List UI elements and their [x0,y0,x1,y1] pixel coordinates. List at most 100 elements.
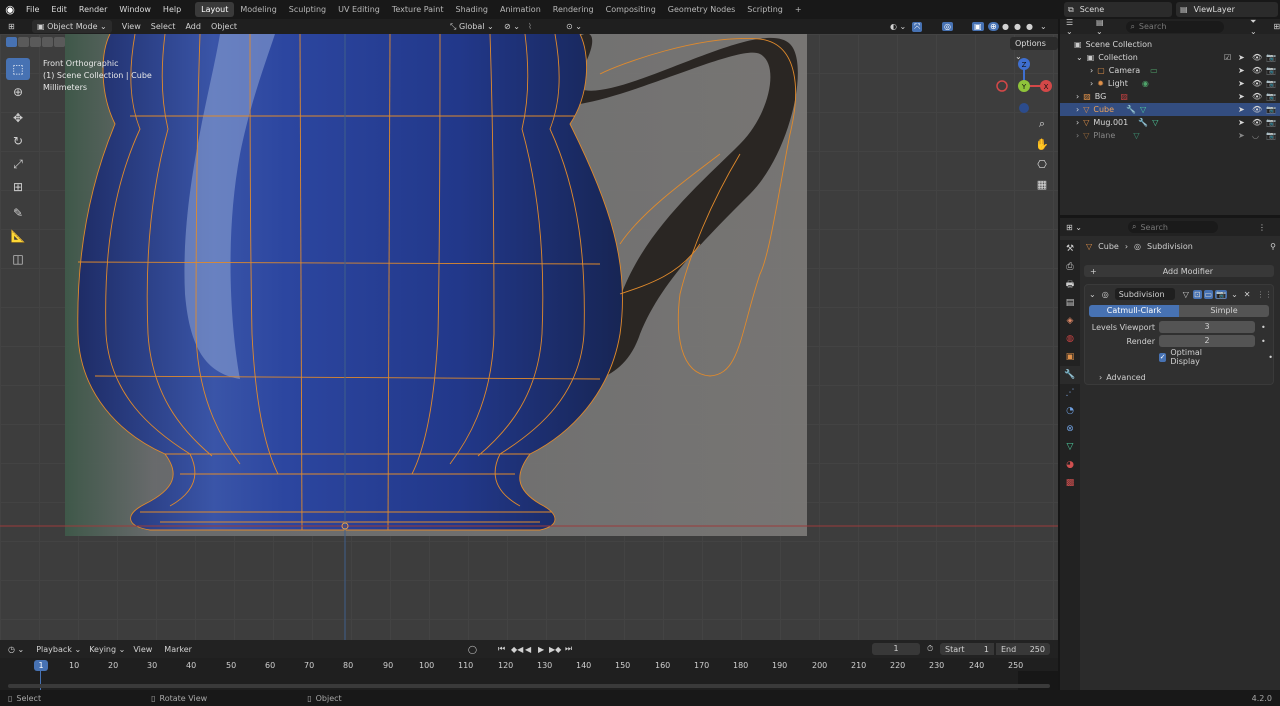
expand-icon[interactable]: › [1076,118,1079,127]
viewport-menu-select[interactable]: Select [151,22,176,31]
keyframe-dot-icon[interactable]: • [1268,353,1273,362]
new-collection-icon[interactable]: ⊞ [1273,22,1280,31]
pan-hand-icon[interactable]: ✋ [1032,134,1052,154]
gizmo-neg-x-icon[interactable] [996,80,1008,92]
cursor-tool-icon[interactable]: ⊕ [6,81,30,103]
area-divider[interactable] [1058,19,1060,690]
options-dropdown[interactable]: Options ⌄ [1010,37,1058,61]
select-extend-icon[interactable] [18,37,29,47]
camera-view-icon[interactable]: ⎔ [1032,154,1052,174]
modifier-name-field[interactable]: Subdivision [1114,288,1175,300]
timeline-scrollbar[interactable] [8,684,1050,688]
outliner-row-scene-collection[interactable]: ▣ Scene Collection [1060,38,1280,51]
object-tab-icon[interactable]: ▣ [1060,348,1080,366]
view-layer-tab-icon[interactable]: ▤ [1060,294,1080,312]
render-levels-field[interactable]: 2 [1159,335,1255,347]
render-toggle-icon[interactable]: 📷 [1215,289,1228,299]
scene-selector[interactable]: ⧉ Scene [1064,2,1172,17]
tab-sculpting[interactable]: Sculpting [283,2,332,17]
select-intersect-icon[interactable] [54,37,65,47]
outliner-row-cube[interactable]: › ▽ Cube 🔧 ▽ ➤ 👁 📷 [1060,103,1280,116]
render-tab-icon[interactable]: ⎙ [1060,258,1080,276]
solid-shading-icon[interactable]: ● [1002,22,1009,31]
gizmo-neg-z-icon[interactable] [1019,103,1029,113]
viewport-menu-object[interactable]: Object [211,22,237,31]
expand-icon[interactable]: › [1076,92,1079,101]
world-tab-icon[interactable]: ◍ [1060,330,1080,348]
eye-hidden-icon[interactable]: ◡ [1252,131,1259,140]
auto-keying-icon[interactable]: ◯ [468,645,477,654]
tool-tab-icon[interactable]: ⚒ [1060,240,1080,258]
display-mode-icon[interactable]: ▤ ⌄ [1096,18,1112,36]
render-camera-icon[interactable]: 📷 [1266,92,1276,101]
play-icon[interactable]: ▶ [538,645,544,654]
cage-toggle-icon[interactable]: ⊡ [1192,289,1202,299]
expand-icon[interactable]: › [1090,66,1093,75]
modifier-tab-icon[interactable]: 🔧 [1060,366,1080,384]
advanced-subpanel[interactable]: › Advanced [1085,371,1273,383]
eye-icon[interactable]: 👁 [1252,79,1262,88]
add-modifier-button[interactable]: + Add Modifier [1084,265,1274,277]
navigation-gizmo[interactable]: Z X Y [994,56,1054,116]
timeline-view-menu[interactable]: View [133,645,152,654]
eye-icon[interactable]: 👁 [1252,118,1262,127]
overlay-toggle-icon[interactable]: ◎ [942,22,953,31]
scale-tool-icon[interactable]: ⤢ [6,153,30,175]
render-camera-icon[interactable]: 📷 [1266,79,1276,88]
checkbox-icon[interactable]: ☑ [1224,53,1231,62]
output-tab-icon[interactable]: 🖶 [1060,276,1080,294]
tab-scripting[interactable]: Scripting [741,2,789,17]
rotate-tool-icon[interactable]: ↻ [6,130,30,152]
keyframe-dot-icon[interactable]: • [1261,323,1266,332]
particles-tab-icon[interactable]: ⋰ [1060,384,1080,402]
select-new-icon[interactable] [6,37,17,47]
constraints-tab-icon[interactable]: ⊗ [1060,420,1080,438]
render-camera-icon[interactable]: 📷 [1266,131,1276,140]
menu-window[interactable]: Window [113,0,157,19]
keying-menu[interactable]: Keying ⌄ [89,645,125,654]
prev-keyframe-icon[interactable]: ◆◀ [511,645,523,654]
viewport-toggle-icon[interactable]: ▭ [1203,289,1214,299]
catmull-clark-button[interactable]: Catmull-Clark [1089,305,1179,317]
add-workspace-icon[interactable]: + [789,2,808,17]
render-camera-icon[interactable]: 📷 [1266,53,1276,62]
dropdown-icon[interactable]: ⌄ [1231,290,1238,299]
outliner-row-light[interactable]: › ✹ Light ◉ ➤ 👁 📷 [1060,77,1280,90]
material-tab-icon[interactable]: ◕ [1060,456,1080,474]
proportional-edit-icon[interactable]: ⊙ ⌄ [566,22,582,31]
tab-modeling[interactable]: Modeling [234,2,282,17]
outliner-row-plane[interactable]: › ▽ Plane ▽ ➤ ◡ 📷 [1060,129,1280,142]
tab-uv-editing[interactable]: UV Editing [332,2,386,17]
select-invert-icon[interactable] [42,37,53,47]
snap-icon[interactable]: ⌇ [528,22,532,31]
zoom-icon[interactable]: ⌕ [1032,114,1052,134]
drag-handle-icon[interactable]: ⋮⋮ [1256,290,1272,299]
menu-file[interactable]: File [20,0,45,19]
selectable-icon[interactable]: ➤ [1238,118,1245,127]
current-frame-field[interactable]: 1 [872,643,920,655]
3d-viewport[interactable]: Front Orthographic (1) Scene Collection … [0,34,1058,640]
transform-orientation-dropdown[interactable]: ⤡ Global ⌄ [450,22,494,32]
outliner-row-camera[interactable]: › ▢ Camera ▭ ➤ 👁 📷 [1060,64,1280,77]
tab-rendering[interactable]: Rendering [547,2,600,17]
marker-menu[interactable]: Marker [164,645,192,654]
selectable-icon[interactable]: ➤ [1238,53,1245,62]
jump-start-icon[interactable]: ⏮ [498,644,505,654]
jump-end-icon[interactable]: ⏭ [565,644,572,654]
filter-icon[interactable]: ⏷ ⌄ [1250,17,1265,36]
pivot-icon[interactable]: ⊘ ⌄ [504,22,520,31]
outliner-row-mug[interactable]: › ▽ Mug.001 🔧 ▽ ➤ 👁 📷 [1060,116,1280,129]
selectable-icon[interactable]: ➤ [1238,92,1245,101]
pin-icon[interactable]: ⚲ [1270,242,1276,251]
render-camera-icon[interactable]: 📷 [1266,66,1276,75]
gizmo-toggle-icon[interactable]: ⤧ [912,21,923,32]
clock-icon[interactable]: ⏱ [927,644,933,654]
optimal-display-checkbox[interactable]: ✓ [1159,352,1167,362]
simple-button[interactable]: Simple [1179,305,1269,317]
wireframe-shading-icon[interactable]: ⊕ [988,22,999,31]
properties-search[interactable]: ⌕ Search [1127,221,1218,233]
select-box-tool-icon[interactable]: ⬚ [6,58,30,80]
menu-help[interactable]: Help [157,0,187,19]
properties-editor-icon[interactable]: ⊞ ⌄ [1066,223,1082,232]
shading-options-icon[interactable]: ⌄ [1040,22,1047,31]
